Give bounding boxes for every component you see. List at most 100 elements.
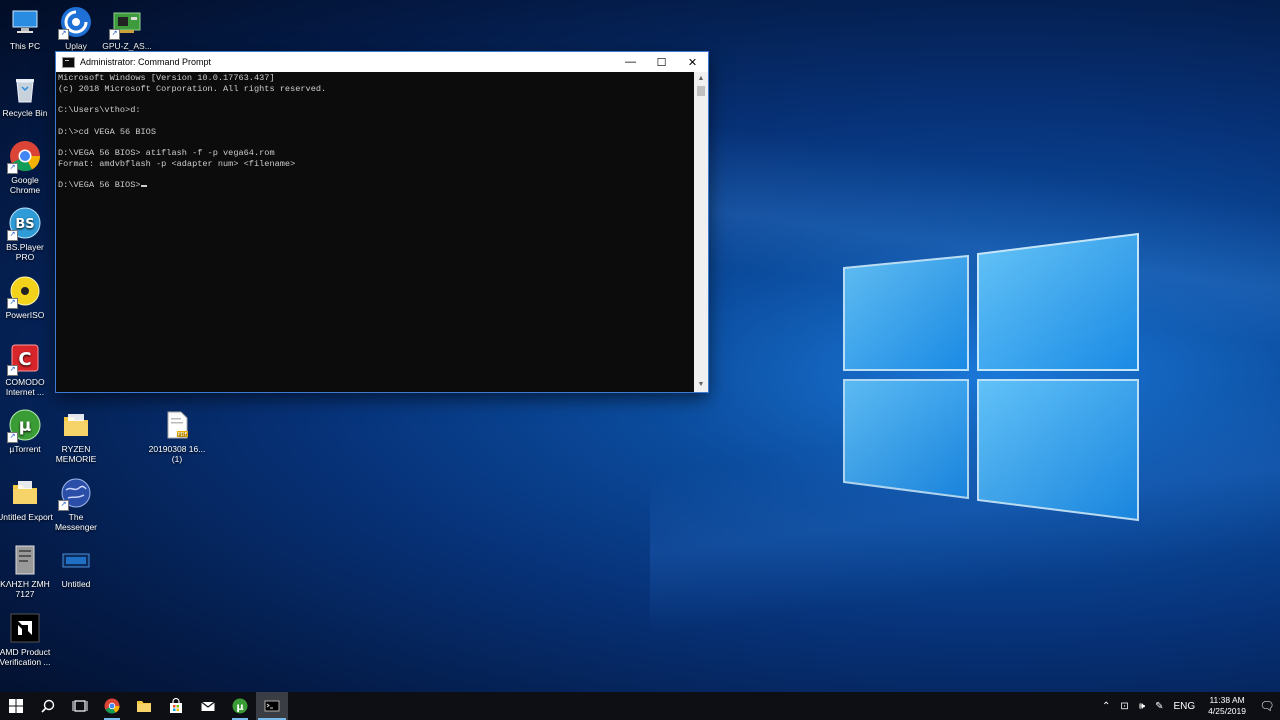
- desktop-icon-recycle-bin[interactable]: Recycle Bin: [0, 73, 54, 118]
- clock-time: 11:38 AM: [1209, 695, 1245, 705]
- close-button[interactable]: ✕: [677, 52, 708, 72]
- desktop-icon-label: ΚΛΗΣΗ ΖΜΗ 7127: [0, 579, 50, 599]
- scroll-up-icon[interactable]: ▲: [694, 72, 708, 86]
- shortcut-arrow-icon: ↗: [7, 365, 18, 376]
- globe-icon: ↗: [58, 477, 92, 511]
- windows-logo-wallpaper: [836, 228, 1146, 528]
- desktop-icon-label: GPU-Z_AS...: [102, 41, 152, 51]
- desktop-icon-label: The Messenger: [54, 512, 98, 532]
- console-line: ​: [58, 116, 694, 127]
- desktop-icon-utorrent[interactable]: µ ↗ µTorrent: [0, 409, 54, 454]
- command-prompt-window[interactable]: Administrator: Command Prompt — ☐ ✕ Micr…: [56, 52, 708, 392]
- scroll-down-icon[interactable]: ▼: [694, 378, 708, 392]
- desktop-icon-untitled[interactable]: Untitled: [47, 544, 105, 589]
- taskbar-chrome[interactable]: [96, 692, 128, 720]
- pdf-file-icon: PDF: [161, 409, 193, 441]
- desktop-icon-label: This PC: [9, 41, 41, 51]
- desktop-icon-label: BS.Player PRO: [6, 242, 44, 262]
- taskbar: µ ⌃ ⊡ 🕪 ✎ ENG 11:38 AM 4/25/2019 🗨: [0, 692, 1280, 720]
- folder-icon: [137, 701, 151, 712]
- show-hidden-icons-chevron-up-icon[interactable]: ⌃: [1097, 701, 1115, 712]
- console-line: ​: [58, 94, 694, 105]
- image-file-icon: [60, 544, 92, 576]
- desktop-icon-the-messenger[interactable]: ↗ The Messenger: [47, 477, 105, 532]
- desktop-icon-google-chrome[interactable]: ↗ Google Chrome: [0, 140, 54, 195]
- shortcut-arrow-icon: ↗: [7, 298, 18, 309]
- chrome-icon: ↗: [7, 140, 41, 174]
- document-image-icon: [9, 544, 41, 576]
- maximize-button[interactable]: ☐: [646, 52, 677, 72]
- desktop-icon-amd-product-verification[interactable]: AMD Product Verification ...: [0, 612, 54, 667]
- desktop-icon-label: µTorrent: [9, 444, 41, 454]
- desktop-icon-label: PowerISO: [5, 310, 45, 320]
- taskbar-file-explorer[interactable]: [128, 692, 160, 720]
- vertical-scrollbar[interactable]: ▲ ▼: [694, 72, 708, 392]
- taskbar-utorrent[interactable]: µ: [224, 692, 256, 720]
- clock[interactable]: 11:38 AM 4/25/2019: [1200, 695, 1254, 717]
- console-prompt: D:\VEGA 56 BIOS>: [58, 180, 141, 191]
- store-bag-icon: [170, 698, 182, 713]
- desktop-icon-pdf-file[interactable]: PDF 20190308 16... (1): [148, 409, 206, 464]
- console-line: Microsoft Windows [Version 10.0.17763.43…: [58, 73, 275, 83]
- desktop-icon-untitled-export[interactable]: Untitled Export: [0, 477, 54, 522]
- network-icon[interactable]: ⊡: [1115, 701, 1133, 712]
- desktop-icon-klisi-zmi[interactable]: ΚΛΗΣΗ ΖΜΗ 7127: [0, 544, 54, 599]
- taskbar-mail[interactable]: [192, 692, 224, 720]
- desktop-icon-label: RYZEN MEMORIE: [55, 444, 97, 464]
- volume-icon[interactable]: 🕪: [1134, 701, 1150, 712]
- comodo-icon: C ↗: [7, 342, 41, 376]
- desktop-icon-label: 20190308 16... (1): [148, 444, 206, 464]
- uplay-icon: ↗: [58, 6, 92, 40]
- language-indicator[interactable]: ENG: [1169, 701, 1201, 712]
- svg-text:BS: BS: [15, 217, 34, 232]
- console-output[interactable]: Microsoft Windows [Version 10.0.17763.43…: [56, 72, 694, 392]
- system-tray: ⌃ ⊡ 🕪 ✎ ENG 11:38 AM 4/25/2019 🗨: [1097, 692, 1280, 720]
- taskbar-command-prompt[interactable]: [256, 692, 288, 720]
- cmd-icon: [264, 700, 280, 712]
- cmd-app-icon: [62, 56, 75, 68]
- search-button[interactable]: [32, 692, 64, 720]
- console-line: (c) 2018 Microsoft Corporation. All righ…: [58, 83, 327, 94]
- desktop-icon-label: Google Chrome: [9, 175, 41, 195]
- taskbar-store[interactable]: [160, 692, 192, 720]
- minimize-button[interactable]: —: [615, 52, 646, 72]
- windows-start-icon: [9, 699, 23, 713]
- desktop-icon-gpu-z[interactable]: ↗ GPU-Z_AS...: [98, 6, 156, 51]
- shortcut-arrow-icon: ↗: [7, 432, 18, 443]
- console-line: ​: [58, 137, 694, 148]
- gpu-card-icon: ↗: [109, 6, 143, 40]
- console-line: D:\>cd VEGA 56 BIOS: [58, 126, 156, 137]
- text-cursor: [140, 185, 147, 188]
- desktop-icon-this-pc[interactable]: This PC: [0, 6, 54, 51]
- scrollbar-thumb[interactable]: [697, 86, 705, 96]
- utorrent-icon: µ ↗: [7, 409, 41, 443]
- svg-text:PDF: PDF: [178, 432, 188, 438]
- desktop-icon-comodo[interactable]: C ↗ COMODO Internet ...: [0, 342, 54, 397]
- action-center-icon[interactable]: 🗨: [1254, 699, 1280, 713]
- pen-workspace-icon[interactable]: ✎: [1150, 701, 1168, 712]
- desktop-icon-label: Recycle Bin: [2, 108, 48, 118]
- desktop-icon-uplay[interactable]: ↗ Uplay: [47, 6, 105, 51]
- desktop-icon-label: Untitled Export: [0, 512, 53, 522]
- console-prompt-line[interactable]: D:\VEGA 56 BIOS>: [58, 180, 694, 191]
- start-button[interactable]: [0, 692, 32, 720]
- mail-icon: [201, 701, 215, 711]
- shortcut-arrow-icon: ↗: [58, 500, 69, 511]
- task-view-icon: [72, 700, 88, 712]
- window-title-bar[interactable]: Administrator: Command Prompt — ☐ ✕: [56, 52, 708, 72]
- chrome-icon: [104, 698, 120, 714]
- task-view-button[interactable]: [64, 692, 96, 720]
- desktop-icon-poweriso[interactable]: ↗ PowerISO: [0, 275, 54, 320]
- folder-icon: [60, 409, 92, 441]
- desktop-icon-label: COMODO Internet ...: [5, 377, 45, 397]
- window-title: Administrator: Command Prompt: [80, 57, 212, 67]
- shortcut-arrow-icon: ↗: [109, 29, 120, 40]
- clock-date: 4/25/2019: [1208, 706, 1246, 716]
- desktop-icon-bsplayer[interactable]: BS ↗ BS.Player PRO: [0, 207, 54, 262]
- computer-icon: [9, 6, 41, 38]
- bsplayer-icon: BS ↗: [7, 207, 41, 241]
- shortcut-arrow-icon: ↗: [58, 29, 69, 40]
- svg-text:C: C: [18, 349, 31, 370]
- svg-text:µ: µ: [236, 702, 244, 713]
- desktop-icon-ryzen-memorie[interactable]: RYZEN MEMORIE: [47, 409, 105, 464]
